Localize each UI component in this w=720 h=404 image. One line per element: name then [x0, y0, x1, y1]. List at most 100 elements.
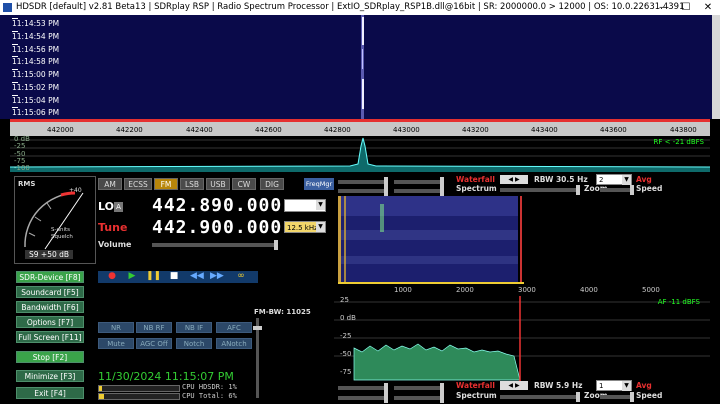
zoom-slider[interactable] [500, 185, 580, 195]
pause-icon[interactable]: ❚❚ [146, 271, 161, 281]
rf-spectrum[interactable]: 0 dB -25 -50 -75 -100 RF < -21 dBFS [10, 135, 710, 172]
freq-manager-button[interactable]: FreqMgr [304, 178, 334, 190]
scale-tick: 443600 [600, 126, 627, 134]
scale-tick: 1000 [394, 286, 412, 294]
lo-frequency[interactable]: 442.890.000 [152, 195, 282, 216]
s-meter[interactable]: RMS +40 S-units Squelch S9 +50 dB [14, 176, 96, 264]
mute-button[interactable]: Mute [98, 338, 134, 349]
af-waterfall-brightness-slider[interactable] [338, 383, 388, 393]
app-icon [3, 3, 12, 12]
button-key: [F2] [52, 353, 68, 362]
af-speed-label: Speed [636, 391, 663, 400]
rf-waterfall[interactable]: 11:14:53 PM 11:14:54 PM 11:14:56 PM 11:1… [0, 15, 712, 119]
mode-am-button[interactable]: AM [98, 178, 122, 190]
button-label: Bandwidth [21, 303, 62, 312]
waterfall-time: 11:15:04 PM [12, 95, 60, 105]
af-spectrum[interactable]: 25 0 dB -25 -50 -75 AF -11 dBFS [334, 296, 710, 382]
speed-label: Speed [636, 184, 663, 193]
rf-frequency-scale[interactable]: 442000 442200 442400 442600 442800 44300… [10, 119, 710, 136]
af-zoom-slider[interactable] [500, 392, 580, 402]
af-waterfall[interactable] [334, 196, 710, 282]
mode-ecss-button[interactable]: ECSS [124, 178, 152, 190]
chevron-down-icon: ▼ [622, 381, 631, 391]
af-speed-slider[interactable] [600, 392, 634, 402]
mode-dig-button[interactable]: DIG [260, 178, 284, 190]
db-label: 25 [340, 296, 349, 304]
chevron-down-icon: ▼ [622, 175, 631, 185]
nb-rf-button[interactable]: NB RF [136, 322, 172, 333]
afc-button[interactable]: AFC [216, 322, 252, 333]
record-icon[interactable]: ● [106, 271, 118, 281]
sdr-device-button[interactable]: SDR-Device [F8] [16, 271, 84, 283]
fast-forward-icon[interactable]: ▶▶ [210, 271, 224, 281]
waterfall-time: 11:14:56 PM [12, 44, 60, 54]
meter-reading: S9 +50 dB [25, 250, 74, 259]
slider-thumb[interactable] [253, 326, 262, 330]
lo-step-dropdown[interactable]: ▼ [284, 199, 326, 212]
tune-frequency[interactable]: 442.900.000 [152, 217, 282, 238]
af-spectrum-range-slider[interactable] [394, 393, 444, 403]
tune-step-dropdown[interactable]: 12.5 kHz ▼ [284, 221, 326, 233]
speed-slider[interactable] [600, 185, 634, 195]
cpu-hdsdr-bar [98, 385, 180, 392]
close-button[interactable]: ✕ [698, 0, 718, 15]
maximize-button[interactable]: ☐ [676, 0, 696, 15]
rf-spectrum-canvas [10, 137, 710, 172]
nb-if-button[interactable]: NB IF [176, 322, 212, 333]
clock-display: 11/30/2024 11:15:07 PM [98, 370, 234, 383]
spectrum-range-slider[interactable] [394, 186, 444, 196]
mode-cw-button[interactable]: CW [232, 178, 256, 190]
scale-tick: 442800 [324, 126, 351, 134]
rbw-label: RBW 30.5 Hz [534, 175, 588, 184]
bandwidth-button[interactable]: Bandwidth [F6] [16, 301, 84, 313]
cpu-total-bar [98, 393, 180, 400]
button-label: Exit [34, 389, 49, 398]
button-key: [F7] [58, 318, 74, 327]
loop-icon[interactable]: ∞ [232, 271, 250, 281]
scale-tick: 442400 [186, 126, 213, 134]
full-screen-button[interactable]: Full Screen [F11] [16, 331, 84, 343]
af-waterfall-contrast-slider[interactable] [394, 383, 444, 393]
title-bar: HDSDR [default] v2.81 Beta13 | SDRplay R… [0, 0, 720, 15]
rbw-stepper[interactable]: ◀ ▶ [500, 175, 528, 184]
af-avg-label: Avg [636, 381, 652, 390]
stop-icon[interactable]: ■ [168, 271, 180, 281]
volume-slider[interactable] [152, 240, 278, 250]
mode-lsb-button[interactable]: LSB [180, 178, 204, 190]
nr-button[interactable]: NR [98, 322, 134, 333]
button-label: SDR-Device [19, 273, 64, 282]
af-spectrum-level-slider[interactable] [338, 393, 388, 403]
anotch-button[interactable]: ANotch [216, 338, 252, 349]
tune-step-value: 12.5 kHz [287, 224, 318, 232]
waterfall-time: 11:15:06 PM [12, 107, 60, 117]
af-avg-dropdown[interactable]: 1 ▼ [596, 380, 632, 391]
af-spectrum-canvas [334, 296, 710, 382]
rewind-icon[interactable]: ◀◀ [190, 271, 204, 281]
rf-level-label: RF < -21 dBFS [653, 138, 704, 146]
notch-button[interactable]: Notch [176, 338, 212, 349]
af-frequency-scale[interactable]: 1000 2000 3000 4000 5000 [334, 282, 710, 296]
button-key: [F6] [63, 303, 79, 312]
waterfall-time: 11:14:53 PM [12, 18, 60, 28]
fm-bw-slider[interactable] [253, 318, 262, 398]
agc-off-button[interactable]: AGC Off [136, 338, 172, 349]
af-passband-marker [338, 282, 524, 284]
af-rbw-stepper[interactable]: ◀ ▶ [500, 381, 528, 390]
waterfall-contrast-slider[interactable] [394, 177, 444, 187]
waterfall-brightness-slider[interactable] [338, 177, 388, 187]
mode-usb-button[interactable]: USB [206, 178, 230, 190]
control-panel: RMS +40 S-units Squelch S9 +50 dB AM ECS… [10, 174, 334, 404]
window-title: HDSDR [default] v2.81 Beta13 | SDRplay R… [16, 2, 685, 12]
scale-tick: 443800 [670, 126, 697, 134]
play-icon[interactable]: ▶ [126, 271, 138, 281]
exit-button[interactable]: Exit [F4] [16, 387, 84, 399]
minimize-app-button[interactable]: Minimize [F3] [16, 370, 84, 382]
mode-fm-button[interactable]: FM [154, 178, 178, 190]
lo-tag[interactable]: A [114, 202, 123, 212]
waterfall-scrollbar[interactable] [712, 15, 720, 119]
stop-button[interactable]: Stop [F2] [16, 351, 84, 363]
options-button[interactable]: Options [F7] [16, 316, 84, 328]
spectrum-level-slider[interactable] [338, 186, 388, 196]
minimize-button[interactable]: — [654, 0, 674, 15]
soundcard-button[interactable]: Soundcard [F5] [16, 286, 84, 298]
